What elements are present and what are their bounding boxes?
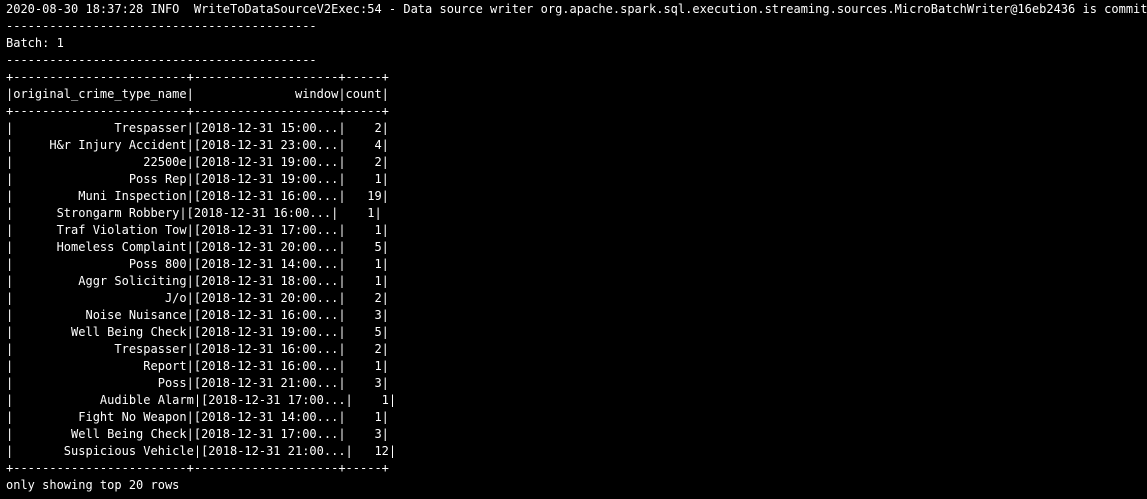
table-row: | Noise Nuisance|[2018-12-31 16:00...| 3… <box>6 308 389 322</box>
table-row: | Well Being Check|[2018-12-31 19:00...|… <box>6 325 389 339</box>
table-row: | Poss 800|[2018-12-31 14:00...| 1| <box>6 257 389 271</box>
table-row: | Well Being Check|[2018-12-31 17:00...|… <box>6 427 389 441</box>
table-row: | Trespasser|[2018-12-31 15:00...| 2| <box>6 121 389 135</box>
table-row: | Strongarm Robbery|[2018-12-31 16:00...… <box>6 206 382 220</box>
table-row: | Trespasser|[2018-12-31 16:00...| 2| <box>6 342 389 356</box>
table-header: |original_crime_type_name| window|count| <box>6 87 389 101</box>
batch-separator-bottom: ----------------------------------------… <box>6 53 317 67</box>
table-row: | Traf Violation Tow|[2018-12-31 17:00..… <box>6 223 389 237</box>
table-row: | Homeless Complaint|[2018-12-31 20:00..… <box>6 240 389 254</box>
table-row: | 22500e|[2018-12-31 19:00...| 2| <box>6 155 389 169</box>
table-row: | Muni Inspection|[2018-12-31 16:00...| … <box>6 189 389 203</box>
batch-label: Batch: 1 <box>6 36 64 50</box>
table-row: | Aggr Soliciting|[2018-12-31 18:00...| … <box>6 274 389 288</box>
table-row: | H&r Injury Accident|[2018-12-31 23:00.… <box>6 138 389 152</box>
table-row: | Audible Alarm|[2018-12-31 17:00...| 1| <box>6 393 397 407</box>
footer-line: only showing top 20 rows <box>6 478 180 492</box>
table-row: | Fight No Weapon|[2018-12-31 14:00...| … <box>6 410 389 424</box>
table-row: | Poss Rep|[2018-12-31 19:00...| 1| <box>6 172 389 186</box>
table-border-header: +------------------------+--------------… <box>6 104 389 118</box>
table-row: | J/o|[2018-12-31 20:00...| 2| <box>6 291 389 305</box>
table-border-top: +------------------------+--------------… <box>6 70 389 84</box>
log-line: 2020-08-30 18:37:28 INFO WriteToDataSour… <box>6 2 1147 16</box>
table-row: | Poss|[2018-12-31 21:00...| 3| <box>6 376 389 390</box>
table-row: | Report|[2018-12-31 16:00...| 1| <box>6 359 389 373</box>
table-border-bottom: +------------------------+--------------… <box>6 461 389 475</box>
batch-separator-top: ----------------------------------------… <box>6 19 317 33</box>
terminal-window[interactable]: 2020-08-30 18:37:28 INFO WriteToDataSour… <box>0 0 1147 499</box>
table-row: | Suspicious Vehicle|[2018-12-31 21:00..… <box>6 444 397 458</box>
